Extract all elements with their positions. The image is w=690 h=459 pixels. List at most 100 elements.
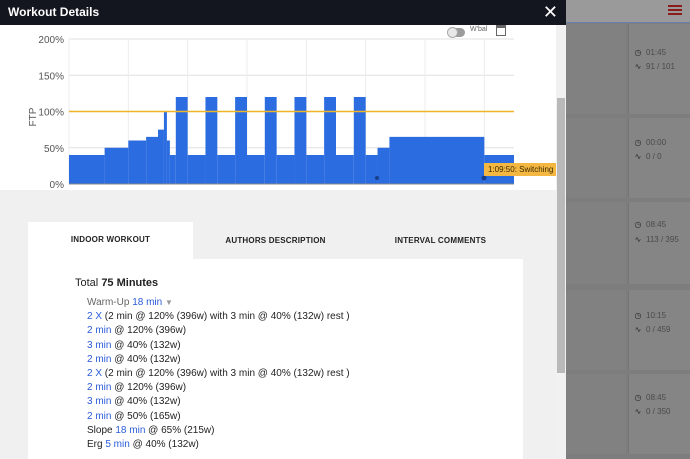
- tab-authors-description[interactable]: AUTHORS DESCRIPTION: [193, 223, 358, 259]
- workout-segment-bar[interactable]: [365, 155, 378, 184]
- modal-scrollbar[interactable]: [556, 25, 566, 459]
- step-prefix: Slope: [87, 424, 116, 436]
- workout-segment-bar[interactable]: [276, 155, 295, 184]
- step-duration-link[interactable]: 5 min: [105, 439, 129, 450]
- step-list: 2 X (2 min @ 120% (396w) with 3 min @ 40…: [87, 310, 350, 452]
- background-stat: ∿ 0 / 350: [634, 407, 671, 416]
- step-duration-link[interactable]: 18 min: [115, 425, 145, 436]
- workout-segment-bar[interactable]: [205, 97, 218, 184]
- close-icon[interactable]: ✕: [543, 1, 558, 23]
- step-duration-link[interactable]: 2 X: [87, 368, 102, 379]
- background-card: [566, 290, 626, 370]
- modal-header: Workout Details ✕: [0, 0, 566, 25]
- workout-segment-bar[interactable]: [166, 140, 170, 185]
- background-stat: ∿ 0 / 459: [634, 325, 671, 334]
- total-value: 75 Minutes: [101, 277, 159, 289]
- workout-segment-bar[interactable]: [163, 111, 167, 185]
- modal-body: 200%150%100%50%0%010203040506070 FTP W'b…: [0, 25, 566, 459]
- workout-segment-bar[interactable]: [169, 155, 176, 184]
- warmup-duration-link[interactable]: 18 min: [132, 297, 162, 308]
- workout-segment-bar[interactable]: [377, 147, 390, 184]
- step-detail: @ 120% (396w): [111, 325, 187, 337]
- workout-step: 2 min @ 120% (396w): [87, 324, 350, 338]
- step-duration-link[interactable]: 2 min: [87, 411, 111, 422]
- workout-step: 2 X (2 min @ 120% (396w) with 3 min @ 40…: [87, 367, 350, 381]
- step-detail: @ 40% (132w): [111, 396, 181, 408]
- background-stat: ◷ 00:00: [634, 138, 667, 147]
- workout-segment-bar[interactable]: [187, 155, 206, 184]
- tab-interval-comments[interactable]: INTERVAL COMMENTS: [358, 223, 523, 259]
- background-stat: ∿ 91 / 101: [634, 62, 675, 71]
- background-stat: ◷ 10:15: [634, 311, 667, 320]
- background-stat: ∿ 0 / 0: [634, 152, 662, 161]
- warmup-step: Warm-Up 18 min ▼: [87, 296, 350, 310]
- workout-segment-bar[interactable]: [217, 155, 236, 184]
- workout-segment-bar[interactable]: [324, 97, 336, 184]
- activity-icon: ∿: [634, 235, 642, 244]
- background-card: [566, 24, 626, 114]
- wbal-toggle[interactable]: [447, 27, 465, 38]
- step-detail: @ 40% (132w): [111, 353, 181, 365]
- scrollbar-thumb[interactable]: [557, 98, 565, 373]
- workout-segment-bar[interactable]: [69, 155, 105, 184]
- clock-icon: ◷: [634, 138, 642, 147]
- step-duration-link[interactable]: 2 min: [87, 382, 111, 393]
- step-duration-link[interactable]: 3 min: [87, 396, 111, 407]
- workout-segment-bar[interactable]: [389, 136, 485, 184]
- step-detail: @ 50% (165w): [111, 410, 181, 422]
- step-detail: @ 65% (215w): [145, 424, 215, 436]
- workout-segment-bar[interactable]: [175, 97, 188, 184]
- workout-step: Slope 18 min @ 65% (215w): [87, 424, 350, 438]
- workout-segment-bar[interactable]: [294, 97, 307, 184]
- calendar-icon[interactable]: [496, 25, 506, 36]
- background-stat: ◷ 08:45: [634, 393, 667, 402]
- y-tick-label: 100%: [38, 108, 64, 119]
- wbal-label: W'bal: [470, 26, 488, 33]
- y-tick-label: 150%: [38, 71, 64, 82]
- indoor-workout-content: Total 75 Minutes Warm-Up 18 min ▼ 2 X (2…: [28, 259, 523, 459]
- step-prefix: Erg: [87, 439, 106, 451]
- activity-icon: ∿: [634, 152, 642, 161]
- tab-indoor-workout[interactable]: INDOOR WORKOUT: [28, 222, 193, 259]
- workout-segment-bar[interactable]: [104, 147, 129, 184]
- background-card: [566, 202, 626, 284]
- workout-segment-bar[interactable]: [306, 155, 325, 184]
- total-duration: Total 75 Minutes: [75, 277, 158, 289]
- position-marker: [375, 176, 379, 180]
- workout-chart: 200%150%100%50%0%010203040506070 FTP: [28, 35, 514, 195]
- workout-step: 3 min @ 40% (132w): [87, 395, 350, 409]
- background-stat: ∿ 113 / 395: [634, 235, 679, 244]
- workout-segment-bar[interactable]: [158, 129, 164, 184]
- chart-bars: [69, 97, 514, 184]
- workout-step: Erg 5 min @ 40% (132w): [87, 438, 350, 452]
- workout-step: 2 min @ 40% (132w): [87, 353, 350, 367]
- background-app: ◷ 01:45 ∿ 91 / 101 ◷ 00:00 ∿ 0 / 0 ◷ 08:45 ∿ 1…: [566, 0, 690, 459]
- step-duration-link[interactable]: 2 X: [87, 311, 102, 322]
- workout-steps: Warm-Up 18 min ▼ 2 X (2 min @ 120% (396w…: [87, 296, 350, 452]
- step-detail: @ 120% (396w): [111, 382, 187, 394]
- workout-segment-bar[interactable]: [146, 136, 158, 184]
- warmup-label: Warm-Up: [87, 297, 130, 308]
- y-tick-label: 200%: [38, 35, 64, 46]
- chart-tooltip: 1:09:50: Switching back to ERG mode in 1…: [484, 163, 566, 176]
- workout-segment-bar[interactable]: [353, 97, 366, 184]
- background-topbar: [566, 0, 690, 23]
- clock-icon: ◷: [634, 220, 642, 229]
- background-stat: ◷ 08:45: [634, 220, 667, 229]
- current-time-marker[interactable]: [481, 175, 487, 181]
- step-duration-link[interactable]: 3 min: [87, 340, 111, 351]
- step-duration-link[interactable]: 2 min: [87, 354, 111, 365]
- workout-segment-bar[interactable]: [128, 140, 147, 185]
- clock-icon: ◷: [634, 311, 642, 320]
- chevron-down-icon[interactable]: ▼: [165, 298, 173, 307]
- clock-icon: ◷: [634, 48, 642, 57]
- y-axis-label: FTP: [28, 107, 39, 126]
- workout-segment-bar[interactable]: [336, 155, 354, 184]
- step-duration-link[interactable]: 2 min: [87, 325, 111, 336]
- hamburger-menu-icon[interactable]: [668, 3, 682, 17]
- workout-segment-bar[interactable]: [235, 97, 247, 184]
- activity-icon: ∿: [634, 62, 642, 71]
- step-detail: (2 min @ 120% (396w) with 3 min @ 40% (1…: [102, 311, 350, 323]
- workout-segment-bar[interactable]: [247, 155, 265, 184]
- workout-segment-bar[interactable]: [264, 97, 277, 184]
